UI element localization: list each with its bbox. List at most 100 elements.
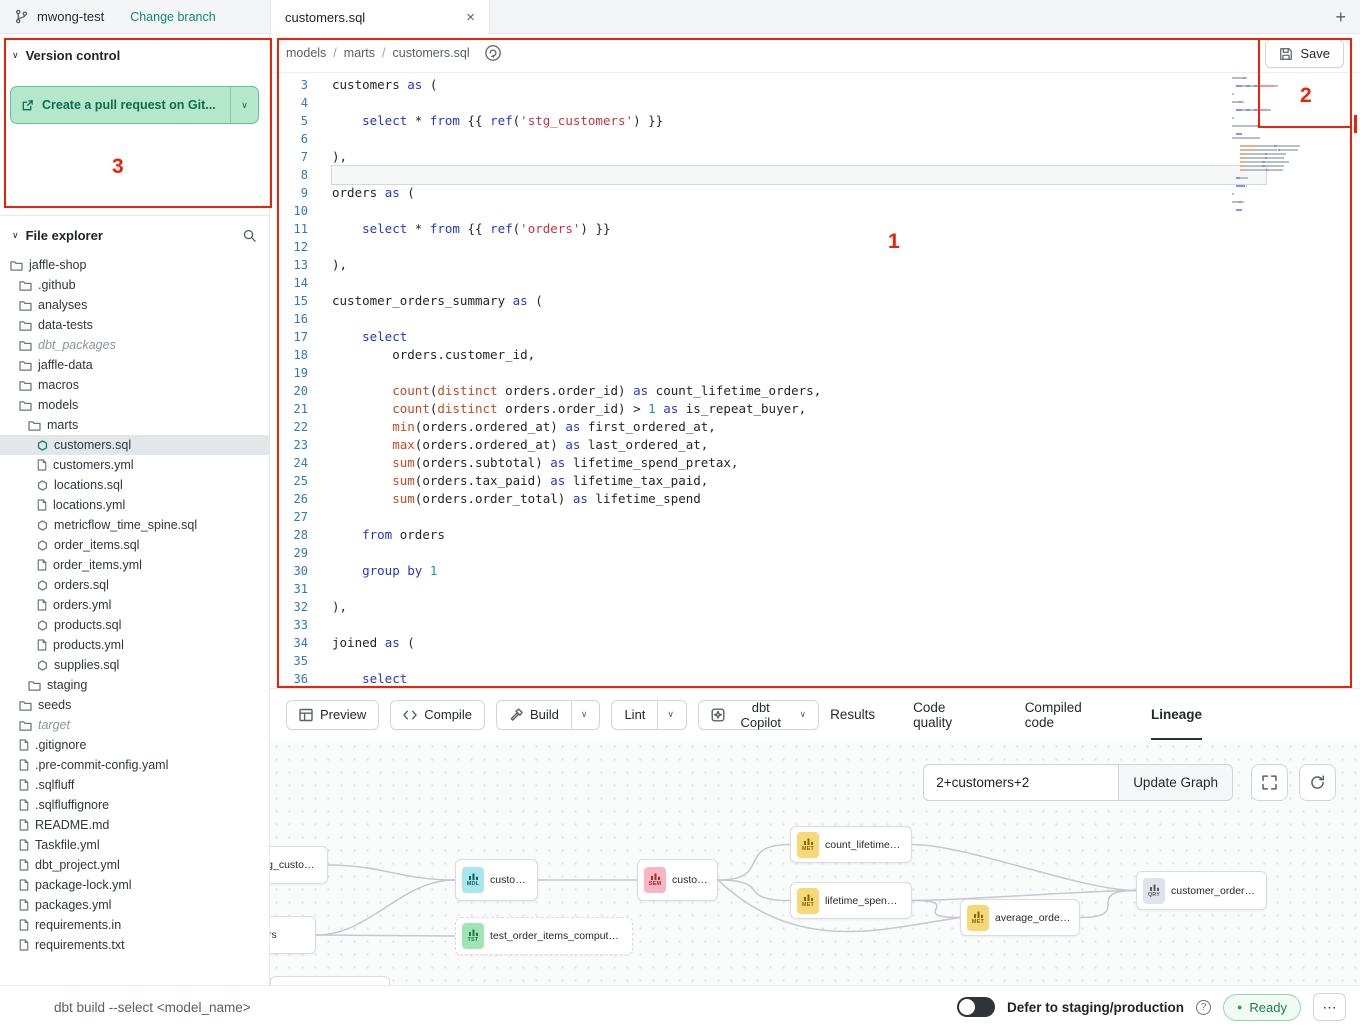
tree-item[interactable]: Taskfile.yml <box>0 835 269 855</box>
code-line: 9orders as ( <box>270 184 1360 202</box>
tree-item[interactable]: analyses <box>0 295 269 315</box>
tab-results[interactable]: Results <box>830 689 875 741</box>
tab-code-quality[interactable]: Code quality <box>913 689 987 741</box>
model-icon <box>37 440 48 451</box>
tree-item[interactable]: dbt_project.yml <box>0 855 269 875</box>
lineage-node-customers[interactable]: SEMcustomers <box>637 859 718 901</box>
lineage-node-stg-customers[interactable]: MDLstg_customers <box>270 846 328 884</box>
node-label: lifetime_spend_pretax <box>825 895 903 907</box>
tree-item[interactable]: orders.sql <box>0 575 269 595</box>
more-options-button[interactable]: ⋯ <box>1313 993 1346 1021</box>
tree-item[interactable]: target <box>0 715 269 735</box>
tree-item[interactable]: data-tests <box>0 315 269 335</box>
search-icon[interactable] <box>242 228 257 243</box>
tree-item[interactable]: customers.yml <box>0 455 269 475</box>
tree-item[interactable]: .sqlfluff <box>0 775 269 795</box>
tree-item[interactable]: dbt_packages <box>0 335 269 355</box>
create-pull-request-button[interactable]: Create a pull request on Git... ∨ <box>10 86 259 124</box>
preview-button[interactable]: Preview <box>286 700 379 730</box>
tree-item[interactable]: requirements.txt <box>0 935 269 955</box>
editor-minimap[interactable] <box>1232 77 1312 213</box>
close-icon[interactable]: × <box>466 10 475 25</box>
update-graph-button[interactable]: Update Graph <box>1118 764 1233 801</box>
lineage-node-customer-order-metrics[interactable]: QRYcustomer_order_metrics <box>1136 871 1267 910</box>
fullscreen-icon[interactable] <box>1251 764 1288 801</box>
copilot-icon <box>711 708 725 722</box>
save-button[interactable]: Save <box>1265 39 1344 68</box>
lineage-node-test-order-items-compute-to-bools-[interactable]: TSTtest_order_items_compute_to_bools... <box>455 917 633 955</box>
tree-item[interactable]: README.md <box>0 815 269 835</box>
tree-item-label: order_items.sql <box>54 538 139 552</box>
tree-item[interactable]: models <box>0 395 269 415</box>
tree-item[interactable]: package-lock.yml <box>0 875 269 895</box>
version-control-header[interactable]: ∨ Version control <box>0 34 269 73</box>
tab-lineage[interactable]: Lineage <box>1151 689 1202 741</box>
tree-item[interactable]: locations.sql <box>0 475 269 495</box>
chevron-down-icon[interactable]: ∨ <box>571 701 588 729</box>
tree-item[interactable]: marts <box>0 415 269 435</box>
tree-item[interactable]: macros <box>0 375 269 395</box>
change-branch-link[interactable]: Change branch <box>130 10 215 24</box>
build-button[interactable]: Build∨ <box>496 700 601 730</box>
tree-item[interactable]: order_items.sql <box>0 535 269 555</box>
lineage-node-orders[interactable]: MDLorders <box>270 916 316 954</box>
tree-item[interactable]: products.sql <box>0 615 269 635</box>
tree-item[interactable]: order_items.yml <box>0 555 269 575</box>
tree-item[interactable]: requirements.in <box>0 915 269 935</box>
code-text <box>332 202 1266 220</box>
tab-compiled-code[interactable]: Compiled code <box>1025 689 1113 741</box>
pull-request-dropdown-button[interactable]: ∨ <box>230 87 258 123</box>
lineage-node-partial[interactable] <box>270 976 390 985</box>
code-text: from orders <box>332 526 1266 544</box>
tree-item[interactable]: .github <box>0 275 269 295</box>
tree-item[interactable]: .pre-commit-config.yaml <box>0 755 269 775</box>
node-label: orders <box>270 929 277 941</box>
lineage-node-customers[interactable]: MDLcustomers <box>455 859 538 901</box>
line-number: 33 <box>270 616 308 634</box>
breadcrumb-models[interactable]: models <box>286 46 326 60</box>
tree-item[interactable]: staging <box>0 675 269 695</box>
code-editor[interactable]: 3customers as (45 select * from {{ ref('… <box>270 73 1360 688</box>
dbt-copilot-button[interactable]: dbt Copilot∨ <box>698 700 819 730</box>
lineage-selector-input[interactable] <box>923 764 1118 801</box>
tree-item[interactable]: jaffle-data <box>0 355 269 375</box>
lint-button[interactable]: Lint∨ <box>611 700 687 730</box>
code-line: 11 select * from {{ ref('orders') }} <box>270 220 1360 238</box>
new-tab-button[interactable]: + <box>1335 0 1346 34</box>
breadcrumb-file[interactable]: customers.sql <box>393 46 470 60</box>
tree-item[interactable]: packages.yml <box>0 895 269 915</box>
lineage-node-count-lifetime-orders[interactable]: METcount_lifetime_orders <box>790 826 912 863</box>
lineage-node-average-order-value[interactable]: METaverage_order_value <box>960 899 1080 936</box>
status-badge[interactable]: ● Ready <box>1223 994 1301 1021</box>
file-status-icon[interactable] <box>482 42 504 64</box>
tree-item-label: orders.sql <box>54 578 109 592</box>
lineage-node-lifetime-spend-pretax[interactable]: METlifetime_spend_pretax <box>790 882 912 919</box>
tree-item[interactable]: .sqlfluffignore <box>0 795 269 815</box>
tree-item[interactable]: orders.yml <box>0 595 269 615</box>
breadcrumb-marts[interactable]: marts <box>344 46 375 60</box>
tab-customers-sql[interactable]: customers.sql × <box>270 0 490 34</box>
tree-item-label: analyses <box>38 298 87 312</box>
code-line: 21 count(distinct orders.order_id) > 1 a… <box>270 400 1360 418</box>
tree-item[interactable]: supplies.sql <box>0 655 269 675</box>
chevron-down-icon[interactable]: ∨ <box>800 709 807 720</box>
tree-item[interactable]: jaffle-shop <box>0 255 269 275</box>
code-line: 27 <box>270 508 1360 526</box>
defer-toggle[interactable] <box>957 997 995 1017</box>
tree-item[interactable]: locations.yml <box>0 495 269 515</box>
code-text: customer_orders_summary as ( <box>332 292 1266 310</box>
tree-item[interactable]: products.yml <box>0 635 269 655</box>
branch-selector[interactable]: mwong-test Change branch <box>0 9 270 24</box>
compile-button[interactable]: Compile <box>390 700 485 730</box>
help-icon[interactable]: ? <box>1196 1000 1211 1015</box>
tree-item[interactable]: seeds <box>0 695 269 715</box>
refresh-icon[interactable] <box>1299 764 1336 801</box>
external-link-icon <box>21 99 34 112</box>
chevron-down-icon[interactable]: ∨ <box>657 701 674 729</box>
code-line: 30 group by 1 <box>270 562 1360 580</box>
tree-item[interactable]: .gitignore <box>0 735 269 755</box>
file-explorer-header[interactable]: ∨ File explorer <box>0 216 269 249</box>
tree-item[interactable]: customers.sql <box>0 435 269 455</box>
tree-item[interactable]: metricflow_time_spine.sql <box>0 515 269 535</box>
line-number: 34 <box>270 634 308 652</box>
